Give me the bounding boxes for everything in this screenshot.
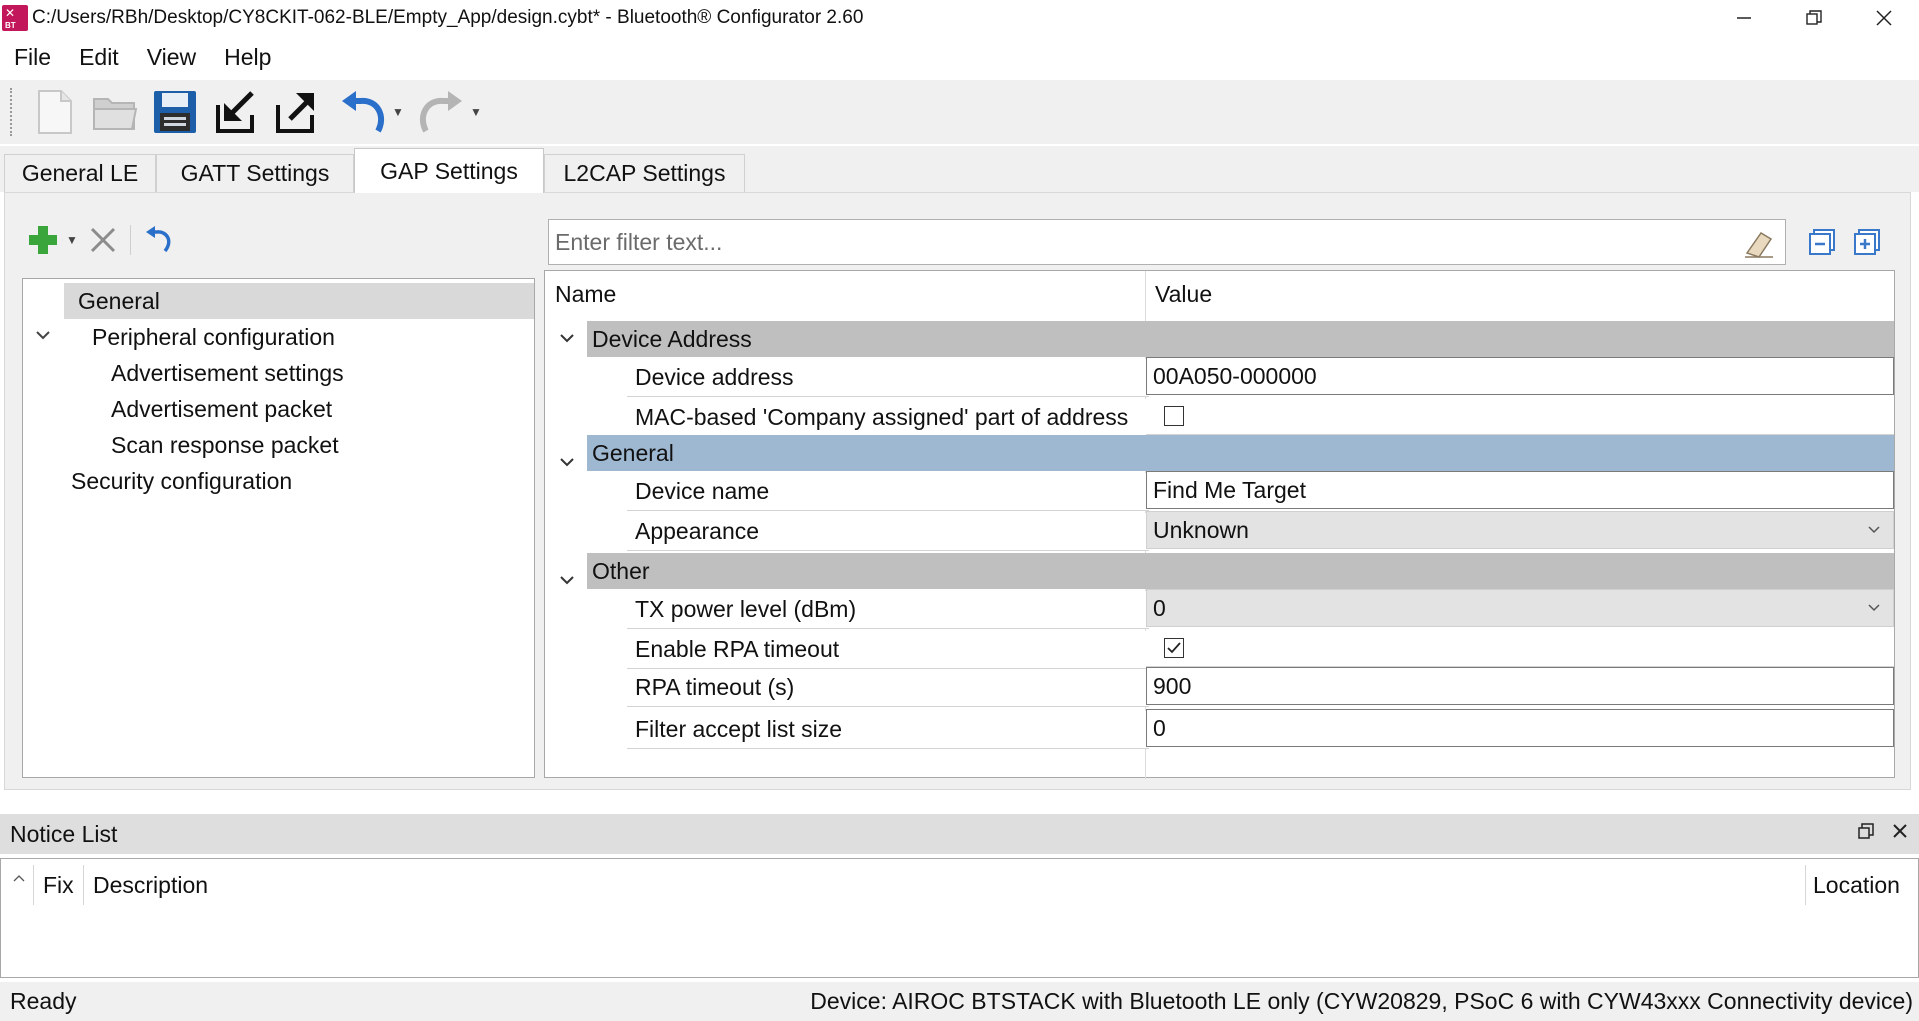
enable-rpa-checkbox[interactable] xyxy=(1164,637,1184,658)
tab-l2cap-settings[interactable]: L2CAP Settings xyxy=(544,154,745,192)
column-header-value: Value xyxy=(1155,280,1213,307)
main-toolbar: ▼ ▼ xyxy=(0,80,1919,144)
tab-gatt-settings[interactable]: GATT Settings xyxy=(156,154,354,192)
export-icon[interactable] xyxy=(270,87,320,137)
menu-help[interactable]: Help xyxy=(210,44,285,71)
chevron-down-icon[interactable] xyxy=(559,331,575,349)
new-file-icon[interactable] xyxy=(30,87,80,137)
app-icon: ✕ BT xyxy=(2,5,28,31)
device-status-text: Device: AIROC BTSTACK with Bluetooth LE … xyxy=(810,988,1913,1014)
status-bar: Ready Device: AIROC BTSTACK with Bluetoo… xyxy=(0,982,1919,1021)
status-text: Ready xyxy=(10,988,77,1014)
undo-icon[interactable] xyxy=(338,87,388,137)
chevron-down-icon[interactable] xyxy=(1867,522,1881,538)
chevron-down-icon[interactable] xyxy=(559,565,575,592)
device-address-input[interactable]: 00A050-000000 xyxy=(1146,357,1894,395)
menu-file[interactable]: File xyxy=(0,44,65,71)
restore-icon[interactable] xyxy=(1779,0,1849,36)
filter-accept-list-input[interactable]: 0 xyxy=(1146,709,1894,747)
tab-strip: General LE GATT Settings GAP Settings L2… xyxy=(0,146,1919,193)
settings-tree: General Peripheral configuration Adverti… xyxy=(22,278,535,778)
prop-enable-rpa: Enable RPA timeout xyxy=(627,631,1149,669)
menu-view[interactable]: View xyxy=(133,44,210,71)
reset-icon[interactable] xyxy=(143,225,173,255)
window-title: C:/Users/RBh/Desktop/CY8CKIT-062-BLE/Emp… xyxy=(32,7,864,28)
prop-tx-power: TX power level (dBm) xyxy=(627,591,1149,629)
toolbar-separator xyxy=(129,225,131,255)
group-device-address[interactable]: Device Address xyxy=(545,321,1894,357)
column-header-description: Description xyxy=(93,871,209,898)
tree-item-advertisement-packet[interactable]: Advertisement packet xyxy=(109,391,332,427)
prop-filter-accept-list: Filter accept list size xyxy=(627,711,1149,749)
prop-mac-based: MAC-based 'Company assigned' part of add… xyxy=(627,399,1149,437)
notice-list-table: Fix Description Location xyxy=(0,858,1919,978)
group-general[interactable]: General xyxy=(587,435,1894,471)
prop-device-address: Device address xyxy=(627,359,1149,397)
redo-dropdown-icon[interactable]: ▼ xyxy=(470,105,484,119)
tree-item-security-configuration[interactable]: Security configuration xyxy=(69,463,292,499)
redo-icon[interactable] xyxy=(416,87,466,137)
toolbar-grip xyxy=(10,88,14,136)
chevron-up-icon[interactable] xyxy=(13,861,25,888)
clear-filter-icon[interactable] xyxy=(1743,227,1775,265)
float-panel-icon[interactable] xyxy=(1857,822,1875,846)
import-icon[interactable] xyxy=(210,87,260,137)
close-panel-icon[interactable] xyxy=(1891,822,1909,846)
tree-item-general[interactable]: General xyxy=(64,283,534,319)
chevron-down-icon[interactable] xyxy=(559,447,575,474)
add-dropdown-icon[interactable]: ▼ xyxy=(66,233,78,247)
tx-power-select[interactable]: 0 xyxy=(1146,589,1894,627)
enable-rpa-value xyxy=(1146,629,1894,667)
add-icon[interactable] xyxy=(26,223,60,257)
prop-appearance: Appearance xyxy=(627,513,1149,551)
prop-rpa-timeout: RPA timeout (s) xyxy=(627,669,1149,707)
group-other[interactable]: Other xyxy=(587,553,1894,589)
tree-item-scan-response-packet[interactable]: Scan response packet xyxy=(109,427,339,463)
device-name-input[interactable]: Find Me Target xyxy=(1146,471,1894,509)
filter-box xyxy=(548,219,1786,265)
window-controls xyxy=(1709,0,1919,36)
collapse-all-icon[interactable] xyxy=(1808,228,1836,262)
minimize-icon[interactable] xyxy=(1709,0,1779,36)
tree-item-advertisement-settings[interactable]: Advertisement settings xyxy=(109,355,344,391)
column-header-fix: Fix xyxy=(43,871,74,898)
notice-list-header: Notice List xyxy=(0,814,1919,854)
save-icon[interactable] xyxy=(150,87,200,137)
mac-based-checkbox[interactable] xyxy=(1164,405,1184,426)
column-header-location: Location xyxy=(1813,871,1900,898)
close-icon[interactable] xyxy=(1849,0,1919,36)
tree-item-peripheral-configuration[interactable]: Peripheral configuration xyxy=(33,319,533,355)
undo-dropdown-icon[interactable]: ▼ xyxy=(392,105,406,119)
chevron-down-icon[interactable] xyxy=(1867,600,1881,616)
title-bar: ✕ BT C:/Users/RBh/Desktop/CY8CKIT-062-BL… xyxy=(0,0,1919,36)
tree-toolbar: ▼ xyxy=(26,218,173,262)
notice-list-title: Notice List xyxy=(10,820,118,847)
rpa-timeout-input[interactable]: 900 xyxy=(1146,667,1894,705)
expand-all-icon[interactable] xyxy=(1853,228,1881,262)
chevron-down-icon[interactable] xyxy=(35,328,51,346)
prop-device-name: Device name xyxy=(627,473,1149,511)
tab-general-le[interactable]: General LE xyxy=(4,154,156,192)
column-header-name: Name xyxy=(555,280,617,307)
tab-gap-settings[interactable]: GAP Settings xyxy=(354,148,544,193)
mac-based-value xyxy=(1146,397,1894,435)
appearance-select[interactable]: Unknown xyxy=(1146,511,1894,549)
property-grid: Name Value Device Address Device address… xyxy=(544,270,1895,779)
menu-edit[interactable]: Edit xyxy=(65,44,133,71)
menu-bar: File Edit View Help xyxy=(0,38,285,76)
delete-icon[interactable] xyxy=(88,225,118,255)
open-file-icon[interactable] xyxy=(90,87,140,137)
filter-input[interactable] xyxy=(555,228,1725,256)
